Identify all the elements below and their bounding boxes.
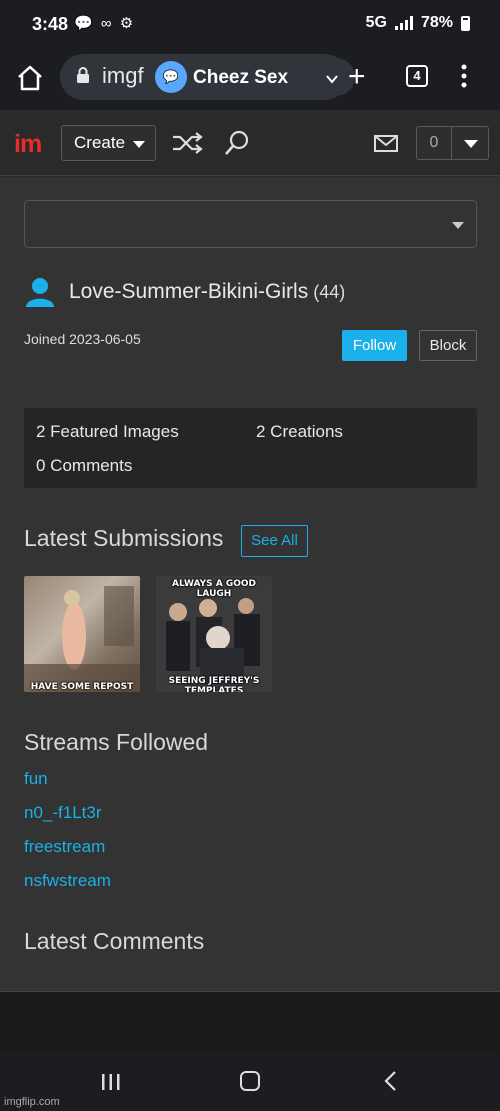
notification-dropdown[interactable] xyxy=(451,126,489,160)
see-all-button[interactable]: See All xyxy=(241,525,308,557)
battery-percent: 78% xyxy=(420,14,453,31)
photo-image xyxy=(24,576,140,692)
address-bar[interactable]: imgf 💬 Cheez Sex xyxy=(60,54,355,100)
thumbnail-caption: HAVE SOME REPOST xyxy=(30,682,134,692)
status-right: 5G 78% xyxy=(366,14,470,32)
user-points: (44) xyxy=(313,281,346,302)
search-icon[interactable] xyxy=(224,130,250,156)
battery-icon xyxy=(461,15,470,31)
stats-panel: 2 Featured Images 2 Creations 0 Comments xyxy=(24,408,477,488)
submission-thumbnail[interactable]: ALWAYS A GOOD LAUGH SEEING JEFFREY'S TEM… xyxy=(156,576,272,692)
home-nav-icon[interactable] xyxy=(240,1071,260,1091)
system-nav-bar xyxy=(0,1053,500,1111)
submission-thumbnail[interactable]: HAVE SOME REPOST xyxy=(24,576,140,692)
tab-switcher-button[interactable]: 4 xyxy=(406,65,428,87)
recents-icon[interactable] xyxy=(100,1073,122,1091)
back-icon[interactable] xyxy=(383,1070,397,1092)
stream-link[interactable]: nsfwstream xyxy=(24,871,111,891)
caret-down-icon xyxy=(133,141,145,148)
caret-down-icon xyxy=(452,222,464,229)
stat-featured[interactable]: 2 Featured Images xyxy=(36,422,179,442)
new-tab-button[interactable]: + xyxy=(348,62,366,92)
caret-down-icon xyxy=(464,140,478,148)
status-bar: 3:48 💬 ∞ ⚙ 5G 78% xyxy=(0,0,500,50)
profile-content: Love-Summer-Bikini-Girls (44) Joined 202… xyxy=(0,177,500,991)
create-button[interactable]: Create xyxy=(61,125,156,161)
follow-button[interactable]: Follow xyxy=(342,330,407,361)
chat-bubble-text: Cheez Sex xyxy=(193,67,289,88)
mail-icon[interactable] xyxy=(374,135,398,152)
watermark: imgflip.com xyxy=(4,1096,60,1108)
profile-select[interactable] xyxy=(24,200,477,248)
more-options-icon[interactable] xyxy=(456,62,472,90)
block-button[interactable]: Block xyxy=(419,330,477,361)
thumbnail-caption-bottom: SEEING JEFFREY'S TEMPLATES xyxy=(168,676,260,692)
stream-link[interactable]: fun xyxy=(24,769,48,789)
signal-icon xyxy=(394,16,413,30)
chevron-down-icon[interactable] xyxy=(325,72,339,86)
create-label: Create xyxy=(74,133,126,152)
notification-icons: 💬 ∞ ⚙ xyxy=(74,15,136,32)
notification-count[interactable]: 0 xyxy=(416,126,452,160)
chat-bubble[interactable]: 💬 Cheez Sex xyxy=(155,58,355,96)
user-icon xyxy=(26,278,54,307)
username: Love-Summer-Bikini-Girls xyxy=(69,280,309,303)
stream-link[interactable]: freestream xyxy=(24,837,105,857)
clock: 3:48 xyxy=(32,14,69,34)
home-icon[interactable] xyxy=(14,62,46,94)
network-label: 5G xyxy=(365,14,387,31)
joined-date: Joined 2023-06-05 xyxy=(24,331,141,347)
thumbnail-caption-top: ALWAYS A GOOD LAUGH xyxy=(171,579,257,599)
stat-comments[interactable]: 0 Comments xyxy=(36,456,132,476)
user-header: Love-Summer-Bikini-Girls (44) xyxy=(24,276,345,308)
streams-followed-heading: Streams Followed xyxy=(24,729,209,755)
url-text: imgf xyxy=(102,63,144,88)
shuffle-icon[interactable] xyxy=(172,132,204,154)
browser-toolbar: imgf 💬 Cheez Sex + 4 xyxy=(0,50,500,110)
latest-submissions-heading: Latest Submissions xyxy=(24,525,224,551)
stat-creations[interactable]: 2 Creations xyxy=(256,422,343,442)
stream-link[interactable]: n0_-f1Lt3r xyxy=(24,803,102,823)
site-logo[interactable]: im xyxy=(14,130,42,159)
lock-icon xyxy=(77,67,89,83)
latest-comments-heading: Latest Comments xyxy=(24,928,205,954)
footer-bar xyxy=(0,991,500,1053)
chat-bubble-icon: 💬 xyxy=(155,61,187,93)
site-header: im Create 0 xyxy=(0,110,500,176)
